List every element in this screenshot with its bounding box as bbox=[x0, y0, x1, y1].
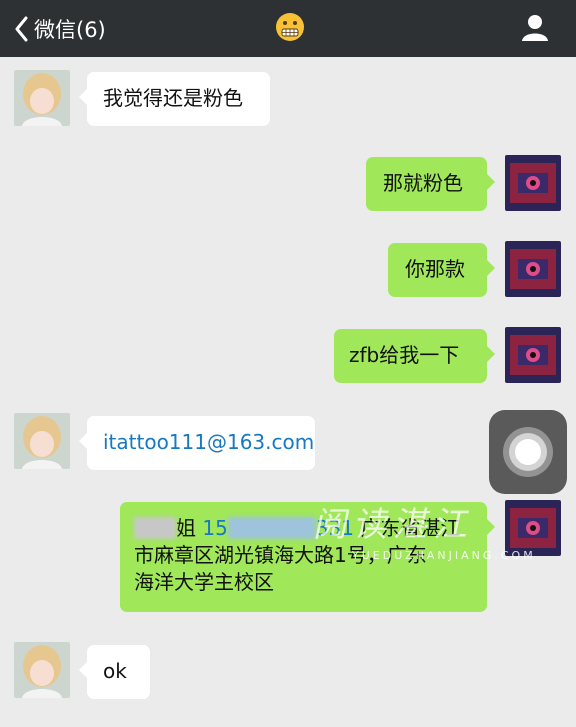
grimace-emoji-icon bbox=[276, 13, 304, 41]
redacted-name bbox=[134, 517, 176, 539]
message-text: 我觉得还是粉色 bbox=[103, 86, 243, 110]
address-line-2: 市麻章区湖光镇海大路1号，广东 bbox=[134, 543, 427, 567]
top-bar: 微信(6) bbox=[0, 0, 576, 57]
my-avatar[interactable] bbox=[505, 500, 561, 556]
message-text: ok bbox=[103, 659, 127, 683]
message-bubble-incoming[interactable]: itattoo111@163.com bbox=[79, 416, 315, 470]
message-bubble-outgoing[interactable]: 姐 15 331 广东省湛江 市麻章区湖光镇海大路1号，广东 海洋大学主校区 bbox=[120, 502, 495, 612]
message-bubble-outgoing[interactable]: zfb给我一下 bbox=[334, 329, 495, 383]
back-label: 微信(6) bbox=[34, 17, 106, 42]
back-button[interactable]: 微信(6) bbox=[14, 0, 106, 57]
message-bubble-outgoing[interactable]: 你那款 bbox=[388, 243, 495, 297]
phone-fragment: 15 bbox=[202, 516, 228, 540]
email-link[interactable]: itattoo111@163.com bbox=[103, 430, 314, 454]
message-text: 那就粉色 bbox=[383, 171, 463, 195]
address-line-1: 姐 15 331 广东省湛江 bbox=[134, 515, 487, 542]
message-bubble-incoming[interactable]: 我觉得还是粉色 bbox=[79, 72, 270, 126]
my-avatar[interactable] bbox=[505, 327, 561, 383]
chevron-left-icon bbox=[15, 16, 28, 41]
person-icon[interactable] bbox=[520, 12, 550, 42]
my-avatar[interactable] bbox=[505, 241, 561, 297]
contact-avatar[interactable] bbox=[14, 70, 70, 126]
message-bubble-outgoing[interactable]: 那就粉色 bbox=[366, 157, 495, 211]
contact-avatar[interactable] bbox=[14, 413, 70, 469]
contact-avatar[interactable] bbox=[14, 642, 70, 698]
assistive-touch-button[interactable] bbox=[489, 410, 567, 494]
address-text: 广东省湛江 bbox=[360, 516, 461, 540]
message-text: zfb给我一下 bbox=[349, 343, 460, 367]
assistive-touch-dot bbox=[515, 439, 541, 465]
address-line-3: 海洋大学主校区 bbox=[134, 570, 274, 594]
message-bubble-incoming[interactable]: ok bbox=[79, 645, 150, 699]
phone-fragment: 331 bbox=[315, 516, 354, 540]
my-avatar[interactable] bbox=[505, 155, 561, 211]
phone-link[interactable]: 15 331 bbox=[202, 516, 354, 540]
redacted-phone bbox=[227, 517, 316, 539]
message-text: 你那款 bbox=[405, 257, 465, 281]
name-fragment: 姐 bbox=[176, 516, 196, 540]
